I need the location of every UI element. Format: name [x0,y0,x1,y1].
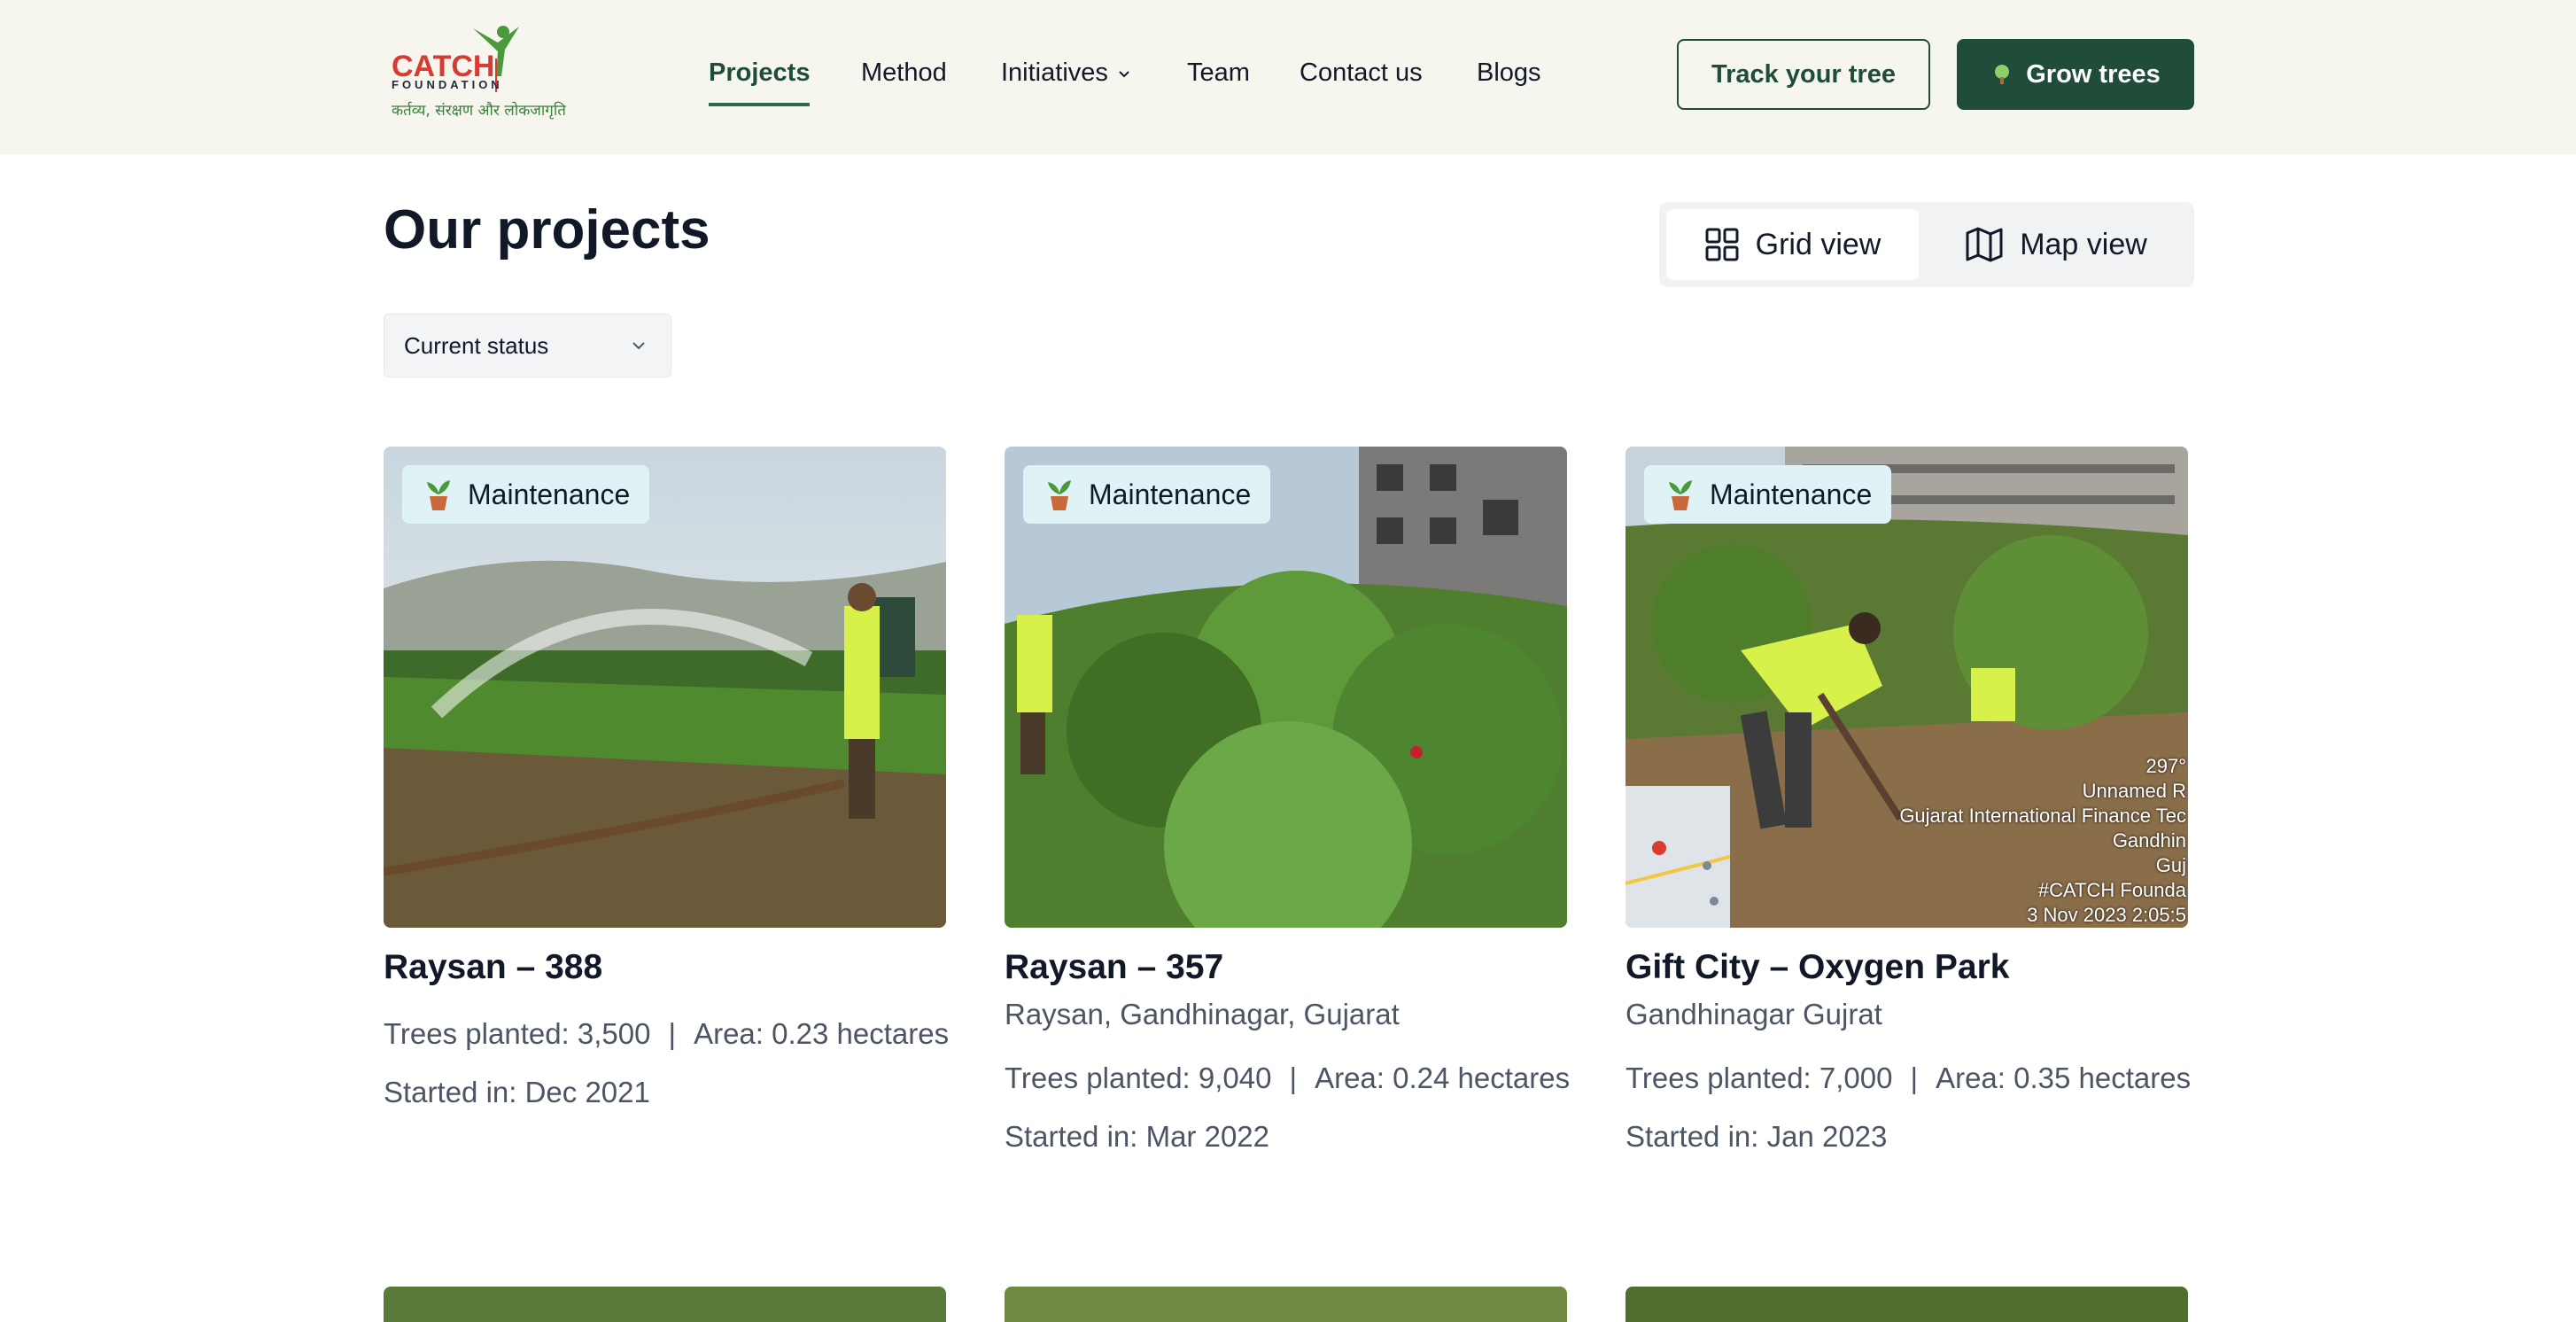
project-start-date: Started in: Dec 2021 [384,1076,650,1108]
project-photo: Maintenance [1005,447,1567,928]
nav-item-contact-us[interactable]: Contact us [1300,53,1423,103]
logo-tagline: कर्तव्य, संरक्षण और लोकजागृति [392,102,566,120]
nav-item-team[interactable]: Team [1187,53,1250,103]
project-stats: Trees planted: 7,000 | Area: 0.35 hectares [1626,1061,2191,1095]
stat-separator: | [668,1017,677,1050]
project-start-date: Started in: Mar 2022 [1005,1120,1269,1153]
project-stats: Trees planted: 3,500 | Area: 0.23 hectares [384,1017,949,1051]
trees-planted: Trees planted: 7,000 [1626,1061,1893,1094]
nav-item-projects[interactable]: Projects [709,53,811,106]
project-photo: 297° Unnamed R Gujarat International Fin… [1626,447,2188,928]
potted-plant-icon [1048,480,1071,510]
grid-view-label: Grid view [1755,227,1882,261]
project-card-photo-partial[interactable] [384,1287,946,1322]
project-area: Area: 0.24 hectares [1315,1061,1571,1094]
grow-trees-label: Grow trees [2026,59,2161,89]
site-header: CATCH FOUNDATION कर्तव्य, संरक्षण और लोक… [0,0,2576,154]
map-pin-icon [1626,786,1731,928]
geotag-line: Unnamed R [2082,780,2186,802]
grow-trees-button[interactable]: Grow trees [1957,39,2194,110]
potted-plant-icon [427,480,450,510]
map-view-button[interactable]: Map view [1925,209,2187,280]
page-title: Our projects [384,199,710,261]
project-location: Gandhinagar Gujrat [1626,998,1882,1030]
potted-plant-icon [1669,480,1692,510]
geotag-line: Gandhin [2112,829,2186,852]
status-badge-label: Maintenance [468,478,631,510]
geotag-line: Guj [2155,854,2186,876]
photo-map-thumbnail [1626,786,1731,928]
map-icon [1966,227,2003,262]
status-badge: Maintenance [402,465,650,524]
project-start-date: Started in: Jan 2023 [1626,1120,1888,1153]
project-area: Area: 0.35 hectares [1936,1061,2192,1094]
nav-item-initiatives[interactable]: Initiatives [1001,53,1131,103]
project-photo: Maintenance [384,447,946,928]
geotag-line: Gujarat International Finance Tec [1899,805,2186,827]
stat-separator: | [1289,1061,1298,1094]
chevron-down-icon [632,342,645,350]
project-card[interactable]: Maintenance Raysan – 357 Raysan, Gandhin… [1005,447,1570,1153]
project-title[interactable]: Gift City – Oxygen Park [1626,948,2009,987]
project-title[interactable]: Raysan – 388 [384,948,602,987]
nav-item-initiatives-label: Initiatives [1001,58,1108,87]
tree-icon [1995,65,2010,84]
project-title[interactable]: Raysan – 357 [1005,948,1223,987]
grid-icon [1705,228,1739,261]
project-location: Raysan, Gandhinagar, Gujarat [1005,998,1400,1030]
stat-separator: | [1910,1061,1919,1094]
trees-planted: Trees planted: 3,500 [384,1017,651,1050]
chevron-down-icon [1119,71,1129,78]
nav-item-blogs[interactable]: Blogs [1477,53,1541,103]
project-card-photo-partial[interactable] [1005,1287,1567,1322]
map-view-label: Map view [2020,227,2147,261]
track-your-tree-button[interactable]: Track your tree [1677,39,1930,110]
project-card-photo-partial[interactable] [1626,1287,2188,1322]
geotag-line: 3 Nov 2023 2:05:5 [2027,904,2186,926]
project-area: Area: 0.23 hectares [694,1017,950,1050]
project-stats: Trees planted: 9,040 | Area: 0.24 hectares [1005,1061,1570,1095]
trees-planted: Trees planted: 9,040 [1005,1061,1272,1094]
status-badge: Maintenance [1644,465,1892,524]
logo-subtitle: FOUNDATION [392,78,503,91]
nav-item-method[interactable]: Method [861,53,947,103]
view-toggle: Grid view Map view [1659,202,2194,287]
catch-foundation-logo[interactable]: CATCH FOUNDATION कर्तव्य, संरक्षण और लोक… [388,23,566,126]
geotag-line: #CATCH Founda [2037,879,2186,901]
project-card[interactable]: Maintenance Raysan – 388 Trees planted: … [384,447,949,1108]
grid-view-button[interactable]: Grid view [1666,209,1919,280]
current-status-filter[interactable]: Current status [384,314,671,377]
status-badge-label: Maintenance [1089,478,1252,510]
photo-geotag-overlay: 297° Unnamed R Gujarat International Fin… [1899,754,2188,928]
status-badge-label: Maintenance [1710,478,1873,510]
geotag-line: 297° [2145,755,2186,777]
current-status-label: Current status [404,331,549,359]
project-card[interactable]: 297° Unnamed R Gujarat International Fin… [1626,447,2191,1153]
status-badge: Maintenance [1023,465,1271,524]
